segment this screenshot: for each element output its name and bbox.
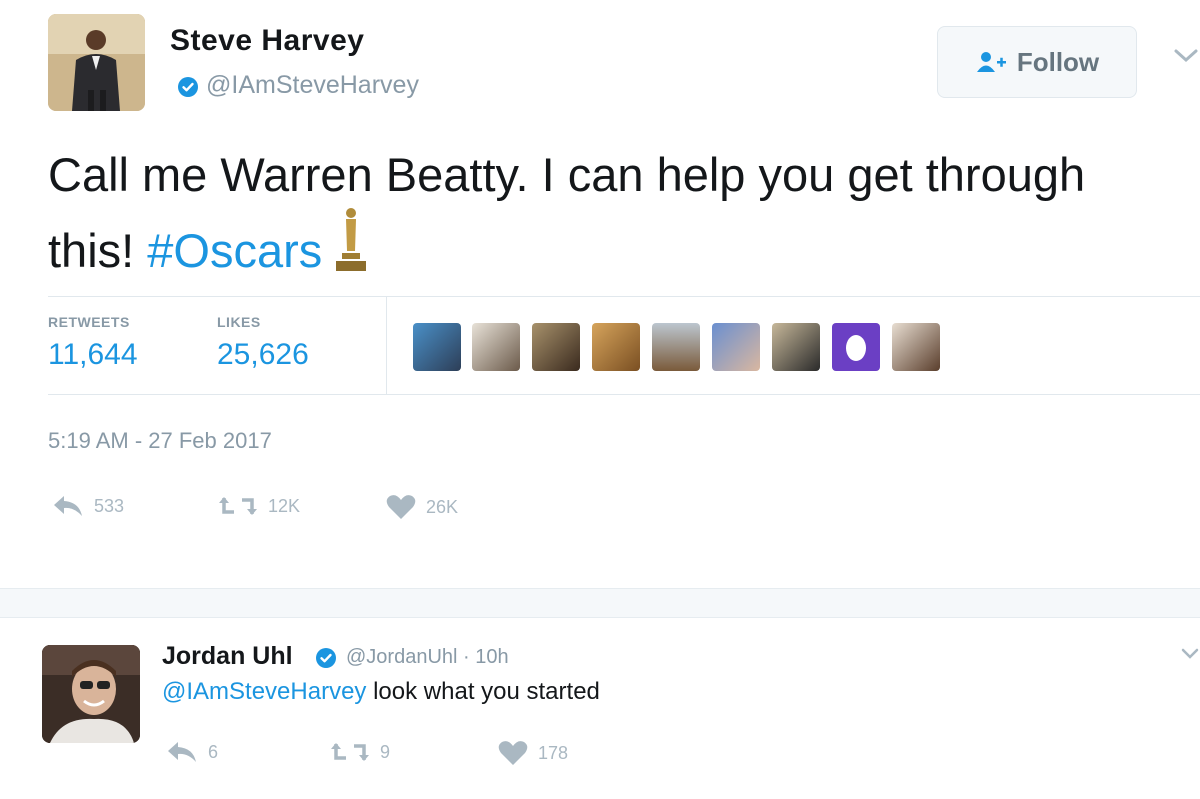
reply-icon	[54, 496, 82, 516]
likes-label: LIKES	[217, 314, 261, 330]
egg-icon	[846, 335, 866, 361]
follow-button[interactable]: Follow	[937, 26, 1137, 98]
conversation-separator	[0, 588, 1200, 618]
stats-divider-top	[48, 296, 1200, 297]
stats-divider-bottom	[48, 394, 1200, 395]
tweet-text: Call me Warren Beatty. I can help you ge…	[48, 143, 1148, 289]
liker-avatar[interactable]	[532, 323, 580, 371]
stats-vertical-divider	[386, 296, 387, 394]
like-count: 26K	[426, 496, 459, 517]
liker-avatar[interactable]	[413, 323, 461, 371]
chevron-down-icon[interactable]	[1172, 46, 1200, 66]
reply-author-name[interactable]: Jordan Uhl	[162, 642, 293, 671]
follow-label: Follow	[1016, 46, 1100, 77]
like-action[interactable]: 178	[498, 740, 568, 766]
likes-stat[interactable]: LIKES 25,626	[217, 314, 309, 372]
liker-avatar[interactable]	[592, 323, 640, 371]
reply-count: 533	[94, 495, 125, 516]
liker-avatar[interactable]	[892, 323, 940, 371]
reply-icon	[168, 742, 196, 762]
like-action[interactable]: 26K	[386, 494, 458, 520]
reply-action[interactable]: 6	[166, 740, 218, 764]
retweet-count: 12K	[268, 495, 301, 516]
retweets-stat[interactable]: RETWEETS 11,644	[48, 314, 138, 372]
verified-badge-icon	[178, 77, 198, 97]
reply-action[interactable]: 533	[52, 494, 124, 518]
reply-author-avatar[interactable]	[42, 645, 140, 743]
likes-value: 25,626	[217, 338, 309, 371]
liker-avatar[interactable]	[712, 323, 760, 371]
retweets-value: 11,644	[48, 338, 138, 371]
follow-user-icon	[976, 52, 1006, 72]
reply-text: @IAmSteveHarvey look what you started	[162, 678, 600, 706]
author-name[interactable]: Steve Harvey	[170, 24, 364, 58]
reply-count: 6	[208, 741, 219, 762]
reply-body: look what you started	[366, 678, 600, 705]
reply-author-handle-time[interactable]: @JordanUhl · 10h	[346, 646, 509, 669]
retweet-icon	[219, 497, 257, 515]
tweet-timestamp[interactable]: 5:19 AM - 27 Feb 2017	[48, 428, 272, 454]
liker-avatar[interactable]	[472, 323, 520, 371]
retweet-action[interactable]: 12K	[218, 494, 300, 518]
chevron-down-icon[interactable]	[1180, 645, 1200, 663]
hashtag-link[interactable]: #Oscars	[147, 224, 322, 277]
author-avatar[interactable]	[48, 14, 145, 111]
oscar-statue-icon	[332, 207, 370, 289]
retweet-count: 9	[380, 741, 391, 762]
verified-badge-icon	[316, 648, 336, 668]
liker-avatar[interactable]	[772, 323, 820, 371]
retweets-label: RETWEETS	[48, 314, 130, 330]
mention-link[interactable]: @IAmSteveHarvey	[162, 678, 366, 705]
retweet-icon	[331, 743, 369, 761]
heart-icon	[386, 495, 416, 519]
author-handle[interactable]: @IAmSteveHarvey	[206, 71, 419, 100]
heart-icon	[498, 741, 528, 765]
liker-avatar[interactable]	[652, 323, 700, 371]
retweet-action[interactable]: 9	[330, 740, 390, 764]
like-count: 178	[538, 742, 569, 763]
liker-avatar[interactable]	[832, 323, 880, 371]
